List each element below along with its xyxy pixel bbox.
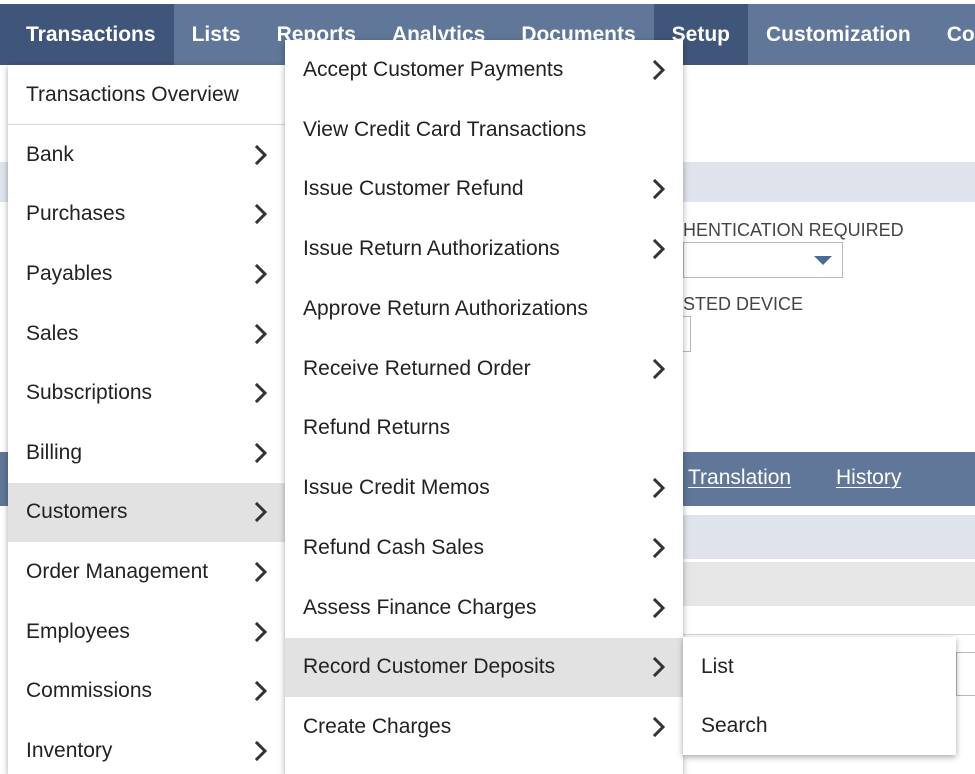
- menu-item-order-management[interactable]: Order Management: [8, 542, 285, 602]
- menu-item-refund-returns[interactable]: Refund Returns: [285, 399, 683, 459]
- chevron-right-icon: [251, 143, 271, 167]
- tab-history[interactable]: History: [836, 466, 901, 490]
- caret-down-icon: [814, 256, 832, 265]
- menu-item-refund-cash-sales[interactable]: Refund Cash Sales: [285, 518, 683, 578]
- chevron-right-icon: [251, 381, 271, 405]
- chevron-right-icon: [251, 620, 271, 644]
- menu-item-label: Sales: [26, 321, 79, 345]
- menu-item-receive-returned-order[interactable]: Receive Returned Order: [285, 339, 683, 399]
- nav-transactions[interactable]: Transactions: [0, 4, 174, 65]
- section-band: [683, 515, 975, 559]
- menu-item-purchases[interactable]: Purchases: [8, 185, 285, 245]
- menu-item-record-customer-deposits[interactable]: Record Customer Deposits: [285, 637, 683, 698]
- menu-item-label: Subscriptions: [26, 381, 153, 405]
- page-header-band: [683, 162, 975, 202]
- menu-item-billing[interactable]: Billing: [8, 423, 285, 483]
- menu-item-label: List: [701, 654, 734, 678]
- chevron-right-icon: [251, 441, 271, 465]
- transactions-menu: Transactions Overview Bank Purchases Payab…: [8, 65, 285, 774]
- menu-item-label: Order Management: [26, 559, 209, 583]
- chevron-right-icon: [649, 476, 669, 500]
- menu-item-label: Record Customer Deposits: [303, 655, 556, 679]
- menu-item-label: View Credit Card Transactions: [303, 117, 587, 141]
- chevron-right-icon: [649, 357, 669, 381]
- chevron-right-icon: [251, 500, 271, 524]
- app-root: HENTICATION REQUIRED STED DEVICE Transla…: [0, 0, 975, 774]
- menu-item-label: Inventory: [26, 738, 113, 762]
- chevron-right-icon: [649, 536, 669, 560]
- customers-submenu: Accept Customer Payments View Credit Card…: [285, 40, 683, 774]
- menu-item-assess-finance-charges[interactable]: Assess Finance Charges: [285, 578, 683, 638]
- menu-item-inventory[interactable]: Inventory: [8, 721, 285, 774]
- nav-commerce[interactable]: Con: [929, 4, 975, 65]
- chevron-right-icon: [251, 262, 271, 286]
- menu-item-label: Purchases: [26, 202, 126, 226]
- menu-item-issue-return-authorizations[interactable]: Issue Return Authorizations: [285, 219, 683, 279]
- menu-item-view-credit-card-transactions[interactable]: View Credit Card Transactions: [285, 100, 683, 160]
- menu-item-label: Assess Finance Charges: [303, 595, 537, 619]
- menu-item-bank[interactable]: Bank: [8, 125, 285, 185]
- chevron-right-icon: [251, 679, 271, 703]
- chevron-right-icon: [649, 237, 669, 261]
- tab-translation[interactable]: Translation: [688, 466, 791, 490]
- record-customer-deposits-submenu: List Search: [683, 637, 956, 755]
- menu-item-label: Refund Cash Sales: [303, 535, 484, 559]
- menu-item-accept-customer-payments[interactable]: Accept Customer Payments: [285, 40, 683, 100]
- field-label-authentication: HENTICATION REQUIRED: [683, 220, 904, 240]
- menu-item-employees[interactable]: Employees: [8, 602, 285, 662]
- menu-item-label: Search: [701, 713, 768, 737]
- menu-item-label: Payables: [26, 261, 113, 285]
- menu-item-issue-customer-refund[interactable]: Issue Customer Refund: [285, 160, 683, 220]
- menu-item-payables[interactable]: Payables: [8, 244, 285, 304]
- menu-item-label: Bank: [26, 142, 74, 166]
- menu-item-create-charges[interactable]: Create Charges: [285, 697, 683, 757]
- chevron-right-icon: [649, 596, 669, 620]
- menu-item-label: Issue Return Authorizations: [303, 237, 560, 261]
- menu-item-subscriptions[interactable]: Subscriptions: [8, 363, 285, 423]
- authentication-select[interactable]: [683, 242, 843, 278]
- menu-item-commissions[interactable]: Commissions: [8, 661, 285, 721]
- menu-item-list[interactable]: List: [683, 637, 956, 697]
- trusted-device-field[interactable]: [683, 316, 691, 352]
- chevron-right-icon: [251, 739, 271, 763]
- chevron-right-icon: [251, 560, 271, 584]
- left-band: [0, 162, 8, 202]
- menu-item-approve-return-authorizations[interactable]: Approve Return Authorizations: [285, 279, 683, 339]
- chevron-right-icon: [649, 715, 669, 739]
- chevron-right-icon: [649, 58, 669, 82]
- chevron-right-icon: [251, 322, 271, 346]
- menu-item-customers[interactable]: Customers: [8, 482, 285, 543]
- menu-item-label: Employees: [26, 619, 130, 643]
- menu-item-search[interactable]: Search: [683, 696, 956, 756]
- menu-item-sales[interactable]: Sales: [8, 304, 285, 364]
- chevron-right-icon: [649, 177, 669, 201]
- background-field[interactable]: [956, 652, 975, 696]
- menu-item-label: Commissions: [26, 679, 153, 703]
- nav-customization[interactable]: Customization: [748, 4, 929, 65]
- section-band-grey: [683, 562, 975, 606]
- menu-item-issue-credit-memos[interactable]: Issue Credit Memos: [285, 458, 683, 518]
- menu-item-label: Approve Return Authorizations: [303, 296, 588, 320]
- menu-item-label: Issue Credit Memos: [303, 476, 490, 500]
- menu-item-label: Create Charges: [303, 715, 452, 739]
- divider: [683, 634, 975, 635]
- field-label-trusted-device: STED DEVICE: [683, 294, 804, 314]
- left-subnav-strip: [0, 452, 8, 506]
- menu-item-label: Billing: [26, 440, 83, 464]
- nav-lists[interactable]: Lists: [174, 4, 259, 65]
- chevron-right-icon: [251, 202, 271, 226]
- chevron-right-icon: [649, 655, 669, 679]
- menu-item-label: Receive Returned Order: [303, 356, 531, 380]
- menu-item-label: Accept Customer Payments: [303, 57, 564, 81]
- menu-item-transactions-overview[interactable]: Transactions Overview: [8, 65, 285, 125]
- menu-item-label: Refund Returns: [303, 416, 451, 440]
- menu-item-label: Issue Customer Refund: [303, 177, 524, 201]
- menu-item-label: Customers: [26, 500, 128, 524]
